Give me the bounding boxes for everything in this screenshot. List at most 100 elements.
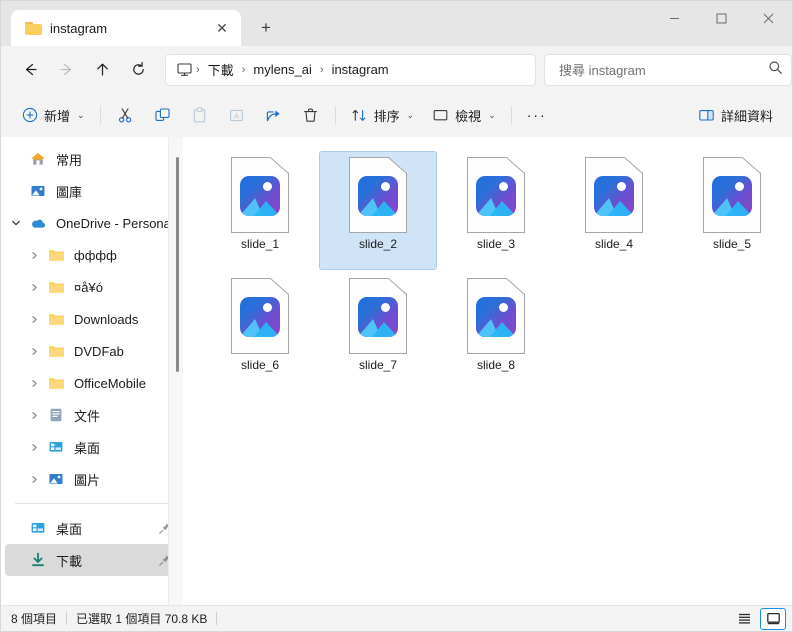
forward-button[interactable] <box>49 54 83 86</box>
breadcrumb-item-2[interactable]: instagram <box>325 59 396 80</box>
more-options-button[interactable]: ··· <box>518 99 556 131</box>
sidebar-item-label: DVDFab <box>74 343 124 359</box>
mountain-shape <box>476 198 516 216</box>
sidebar-item-desktop[interactable]: 桌面 <box>5 431 177 463</box>
pictures-icon <box>45 471 67 487</box>
page-fold-icon <box>388 278 407 295</box>
tab-instagram[interactable]: instagram ✕ <box>11 10 241 46</box>
home-icon <box>27 151 49 167</box>
refresh-button[interactable] <box>121 54 155 86</box>
this-pc-icon[interactable] <box>176 61 193 78</box>
sidebar-item-documents[interactable]: 文件 <box>5 399 177 431</box>
file-name: slide_5 <box>712 237 752 251</box>
folder-icon <box>45 344 67 359</box>
file-item[interactable]: slide_4 <box>555 151 673 270</box>
sidebar-item-pictures[interactable]: 圖片 <box>5 463 177 495</box>
rename-icon: A <box>229 109 243 121</box>
sun-shape <box>617 182 626 191</box>
file-name: slide_2 <box>358 237 398 251</box>
chevron-right-icon[interactable] <box>23 443 45 452</box>
close-window-icon[interactable] <box>745 1 792 36</box>
chevron-right-icon[interactable] <box>23 411 45 420</box>
rename-button[interactable]: A <box>218 99 255 131</box>
details-view-toggle[interactable] <box>731 608 757 630</box>
breadcrumb-separator: › <box>196 63 200 76</box>
chevron-right-icon[interactable] <box>23 347 45 356</box>
plus-circle-icon <box>22 107 38 123</box>
copy-icon <box>155 107 170 121</box>
sidebar-item-home[interactable]: 常用 <box>5 143 177 175</box>
sort-button-label: 排序 <box>373 108 400 124</box>
up-button[interactable] <box>85 54 119 86</box>
delete-button[interactable] <box>292 99 329 131</box>
chevron-down-icon[interactable] <box>5 218 27 228</box>
new-tab-icon[interactable]: + <box>251 13 281 43</box>
file-item[interactable]: slide_8 <box>437 272 555 391</box>
chevron-right-icon[interactable] <box>23 251 45 260</box>
sidebar-item-label: фффф <box>74 247 117 263</box>
view-button[interactable]: 檢視 ⌄ <box>423 99 505 131</box>
image-file-thumbnail <box>585 157 643 233</box>
page-fold-icon <box>506 278 525 295</box>
sidebar-item-officemobile[interactable]: OfficeMobile <box>5 367 177 399</box>
file-item[interactable]: slide_7 <box>319 272 437 391</box>
sidebar-scrollbar-thumb[interactable] <box>176 157 179 372</box>
file-item[interactable]: slide_1 <box>201 151 319 270</box>
cut-button[interactable] <box>107 99 144 131</box>
sidebar-item-label: OneDrive - Personal <box>56 215 171 231</box>
file-name: slide_1 <box>240 237 280 251</box>
chevron-right-icon[interactable] <box>23 283 45 292</box>
close-tab-icon[interactable]: ✕ <box>209 15 235 41</box>
sidebar-scrollbar[interactable] <box>169 137 183 605</box>
sidebar-item-folder-2[interactable]: ¤å¥ó <box>5 271 177 303</box>
copy-button[interactable] <box>144 99 181 131</box>
details-pane-button[interactable]: 詳細資料 <box>689 99 782 131</box>
file-explorer-window: instagram ✕ + › 下載 › mylens_ai › instagr… <box>0 0 793 632</box>
window-controls <box>651 1 792 36</box>
sort-button[interactable]: 排序 ⌄ <box>342 99 424 131</box>
mountain-shape <box>240 319 280 337</box>
large-icons-view-toggle[interactable] <box>760 607 786 630</box>
page-fold-icon <box>742 157 761 174</box>
sidebar-item-folder-1[interactable]: фффф <box>5 239 177 271</box>
file-item[interactable]: slide_3 <box>437 151 555 270</box>
sun-shape <box>499 182 508 191</box>
file-item[interactable]: slide_5 <box>673 151 791 270</box>
search-box[interactable]: 搜尋 instagram <box>544 53 792 86</box>
sidebar-item-onedrive[interactable]: OneDrive - Personal <box>5 207 177 239</box>
file-item[interactable]: slide_2 <box>319 151 437 270</box>
search-input[interactable]: 搜尋 instagram <box>559 60 768 79</box>
back-button[interactable] <box>13 54 47 86</box>
breadcrumb-item-1[interactable]: mylens_ai <box>246 59 319 80</box>
navigation-pane: 常用 圖庫 OneDrive - Personal фффф ¤å¥ó Down… <box>1 137 183 605</box>
sidebar-item-gallery[interactable]: 圖庫 <box>5 175 177 207</box>
paste-button[interactable] <box>181 99 218 131</box>
view-button-label: 檢視 <box>455 108 482 124</box>
mountain-shape <box>358 198 398 216</box>
toolbar-divider <box>99 106 101 124</box>
breadcrumb-separator: › <box>319 63 324 76</box>
sidebar-item-downloads-folder[interactable]: Downloads <box>5 303 177 335</box>
sidebar-divider <box>15 503 169 504</box>
file-item[interactable]: slide_6 <box>201 272 319 391</box>
breadcrumb-item-0[interactable]: 下載 <box>201 57 241 82</box>
chevron-down-icon: ⌄ <box>77 109 85 120</box>
chevron-right-icon[interactable] <box>23 379 45 388</box>
image-file-thumbnail <box>349 157 407 233</box>
breadcrumb[interactable]: › 下載 › mylens_ai › instagram <box>165 53 536 86</box>
file-name: slide_7 <box>358 358 398 372</box>
chevron-right-icon[interactable] <box>23 315 45 324</box>
new-button[interactable]: 新增 ⌄ <box>13 99 94 131</box>
sidebar-item-dvdfab[interactable]: DVDFab <box>5 335 177 367</box>
maximize-icon[interactable] <box>698 1 745 36</box>
file-list-view[interactable]: slide_1 slide_2 slide_3 slide_4 slide_5 … <box>183 137 792 605</box>
minimize-icon[interactable] <box>651 1 698 36</box>
sidebar-item-label: OfficeMobile <box>74 375 147 391</box>
explorer-body: 常用 圖庫 OneDrive - Personal фффф ¤å¥ó Down… <box>1 137 792 605</box>
selection-info-label: 已選取 1 個項目 70.8 KB <box>76 612 208 626</box>
share-button[interactable] <box>255 99 292 131</box>
sun-shape <box>381 182 390 191</box>
sidebar-quick-desktop[interactable]: 桌面 <box>5 512 177 544</box>
sidebar-quick-downloads[interactable]: 下載 <box>5 544 177 576</box>
chevron-right-icon[interactable] <box>23 475 45 484</box>
